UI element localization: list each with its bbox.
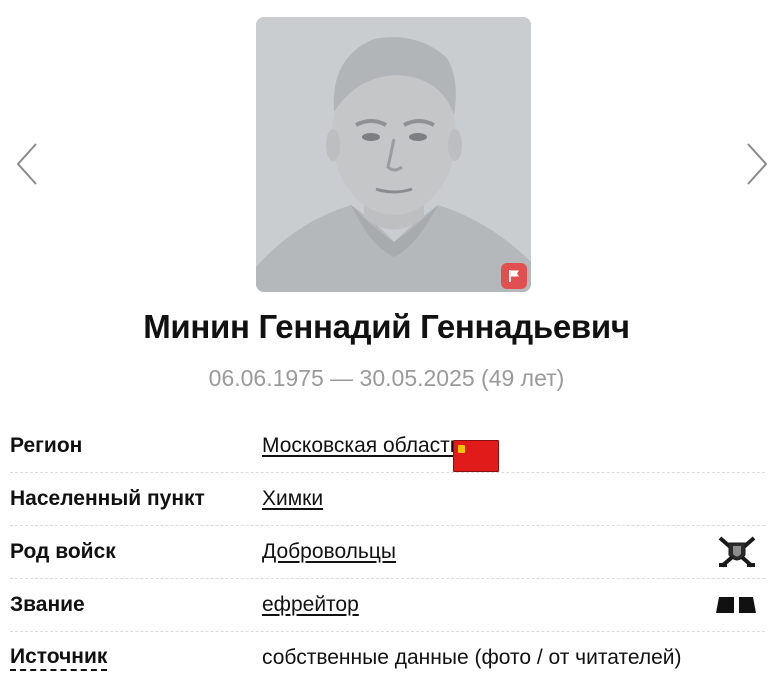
source-label[interactable]: Источник [10, 645, 108, 671]
region-flag-icon [452, 440, 499, 472]
region-label: Регион [10, 434, 83, 457]
rank-label: Звание [10, 593, 85, 616]
detail-row-source: Источник собственные данные (фото / от ч… [10, 632, 765, 684]
settlement-label: Населенный пункт [10, 487, 205, 510]
portrait-image [256, 17, 531, 292]
chevron-left-icon [16, 143, 37, 185]
rank-link[interactable]: ефрейтор [262, 593, 359, 617]
report-flag-icon [509, 270, 519, 282]
settlement-link[interactable]: Химки [262, 487, 323, 511]
volunteers-emblem-icon [717, 535, 757, 569]
detail-row-rank: Звание ефрейтор [10, 579, 765, 632]
previous-photo-button[interactable] [12, 140, 42, 188]
person-name: Минин Геннадий Геннадьевич [143, 308, 630, 345]
detail-row-settlement: Населенный пункт Химки [10, 473, 765, 526]
report-flag-button[interactable] [501, 263, 527, 289]
portrait-photo [256, 17, 531, 292]
chevron-right-icon [747, 143, 768, 185]
source-value: собственные данные (фото / от читателей) [262, 646, 682, 669]
life-dates: 06.06.1975 — 30.05.2025 (49 лет) [208, 365, 565, 391]
next-photo-button[interactable] [742, 140, 772, 188]
details-table: Регион Московская область Населенный пун… [10, 420, 765, 684]
detail-row-troops: Род войск Добровольцы [10, 526, 765, 579]
detail-row-region: Регион Московская область [10, 420, 765, 473]
rank-insignia-icon [715, 596, 757, 614]
region-link[interactable]: Московская область [262, 434, 461, 458]
troops-label: Род войск [10, 540, 116, 563]
troops-link[interactable]: Добровольцы [262, 540, 396, 564]
